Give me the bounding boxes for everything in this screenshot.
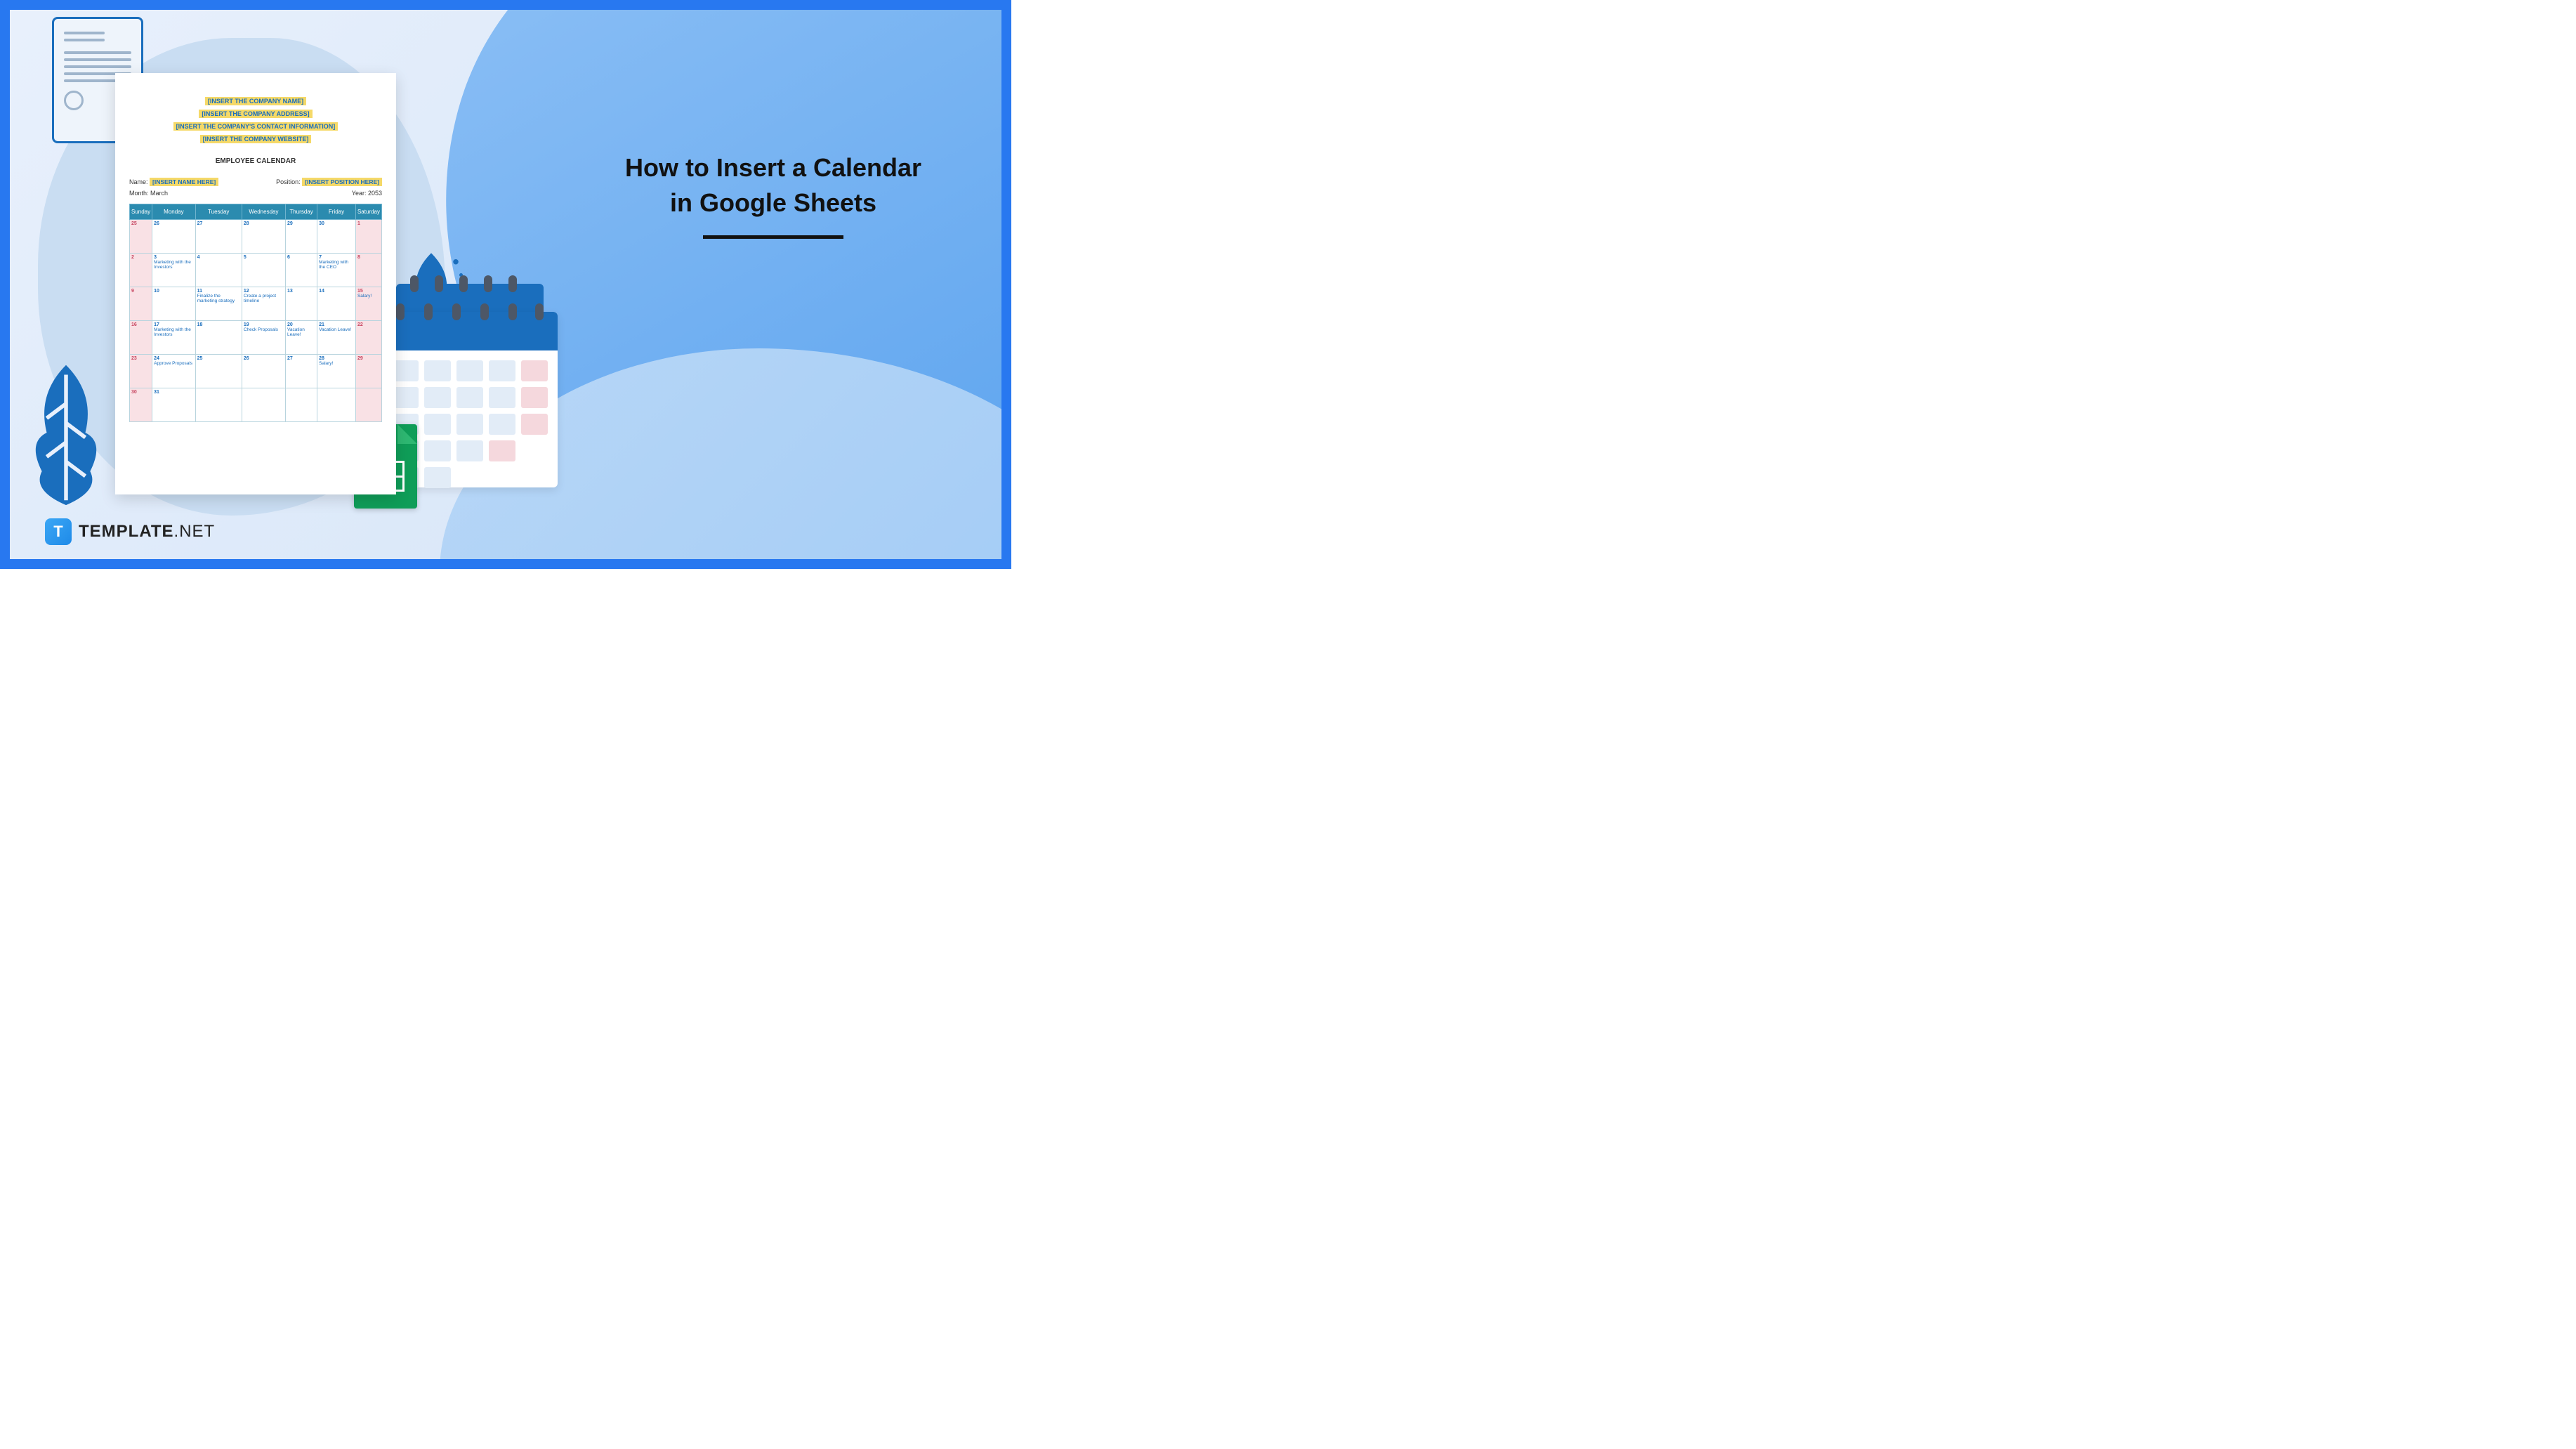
calendar-cell: 8	[355, 254, 381, 287]
calendar-cell: 5	[242, 254, 285, 287]
calendar-cell: 25	[195, 355, 242, 388]
day-header: Tuesday	[195, 204, 242, 220]
year-label: Year:	[352, 190, 367, 197]
calendar-cell: 27	[195, 220, 242, 254]
name-value: [INSERT NAME HERE]	[150, 178, 218, 186]
calendar-cell: 25	[130, 220, 152, 254]
calendar-cell: 20Vacation Leave!	[286, 321, 317, 355]
calendar-table: SundayMondayTuesdayWednesdayThursdayFrid…	[129, 204, 382, 422]
calendar-cell: 12Create a project timeline	[242, 287, 285, 321]
calendar-cell: 7Marketing with the CEO	[317, 254, 356, 287]
calendar-template-sheet: [INSERT THE COMPANY NAME] [INSERT THE CO…	[115, 73, 396, 494]
calendar-cell: 14	[317, 287, 356, 321]
month-value: March	[150, 190, 168, 197]
calendar-cell: 30	[317, 220, 356, 254]
calendar-cell: 3Marketing with the Investors	[152, 254, 196, 287]
calendar-cell: 19Check Proposals	[242, 321, 285, 355]
calendar-cell: 13	[286, 287, 317, 321]
position-label: Position:	[276, 178, 301, 185]
calendar-cell: 16	[130, 321, 152, 355]
calendar-cell: 1	[355, 220, 381, 254]
calendar-cell: 22	[355, 321, 381, 355]
calendar-cell: 18	[195, 321, 242, 355]
main-title: How to Insert a Calendar in Google Sheets	[615, 150, 931, 239]
calendar-cell: 28Salary!	[317, 355, 356, 388]
day-header: Monday	[152, 204, 196, 220]
title-line-1: How to Insert a Calendar	[625, 153, 921, 182]
calendar-cell: 17Marketing with the Investors	[152, 321, 196, 355]
calendar-cell: 29	[286, 220, 317, 254]
calendar-cell: 30	[130, 388, 152, 422]
brand-text: TEMPLATE.NET	[79, 522, 215, 542]
calendar-cell: 23	[130, 355, 152, 388]
title-line-2: in Google Sheets	[670, 188, 876, 217]
calendar-cell: 26	[242, 355, 285, 388]
year-value: 2053	[368, 190, 382, 197]
company-address-placeholder: [INSERT THE COMPANY ADDRESS]	[199, 110, 312, 118]
day-header: Saturday	[355, 204, 381, 220]
day-header: Sunday	[130, 204, 152, 220]
calendar-cell	[195, 388, 242, 422]
calendar-cell: 24Approve Proposals	[152, 355, 196, 388]
calendar-cell: 4	[195, 254, 242, 287]
calendar-cell: 6	[286, 254, 317, 287]
title-underline	[703, 235, 843, 239]
calendar-cell	[242, 388, 285, 422]
calendar-cell: 11Finalize the marketing strategy	[195, 287, 242, 321]
calendar-cell: 31	[152, 388, 196, 422]
leaf-icon	[17, 355, 115, 510]
calendar-cell	[286, 388, 317, 422]
calendar-cell: 21Vacation Leave!	[317, 321, 356, 355]
month-label: Month:	[129, 190, 149, 197]
brand-logo: T TEMPLATE.NET	[45, 518, 215, 545]
calendar-cell	[355, 388, 381, 422]
company-name-placeholder: [INSERT THE COMPANY NAME]	[205, 97, 306, 105]
calendar-cell: 15Salary!	[355, 287, 381, 321]
calendar-cell: 2	[130, 254, 152, 287]
day-header: Friday	[317, 204, 356, 220]
calendar-cell	[317, 388, 356, 422]
position-value: [INSERT POSITION HERE]	[302, 178, 382, 186]
calendar-cell: 27	[286, 355, 317, 388]
calendar-cell: 26	[152, 220, 196, 254]
banner-frame: [INSERT THE COMPANY NAME] [INSERT THE CO…	[0, 0, 1011, 569]
company-contact-placeholder: [INSERT THE COMPANY'S CONTACT INFORMATIO…	[173, 122, 339, 131]
brand-icon: T	[45, 518, 72, 545]
day-header: Wednesday	[242, 204, 285, 220]
calendar-cell: 29	[355, 355, 381, 388]
day-header: Thursday	[286, 204, 317, 220]
calendar-cell: 9	[130, 287, 152, 321]
calendar-title: EMPLOYEE CALENDAR	[129, 157, 382, 165]
company-website-placeholder: [INSERT THE COMPANY WEBSITE]	[200, 135, 312, 143]
calendar-cell: 10	[152, 287, 196, 321]
template-header: [INSERT THE COMPANY NAME] [INSERT THE CO…	[129, 94, 382, 145]
calendar-cell: 28	[242, 220, 285, 254]
name-label: Name:	[129, 178, 148, 185]
